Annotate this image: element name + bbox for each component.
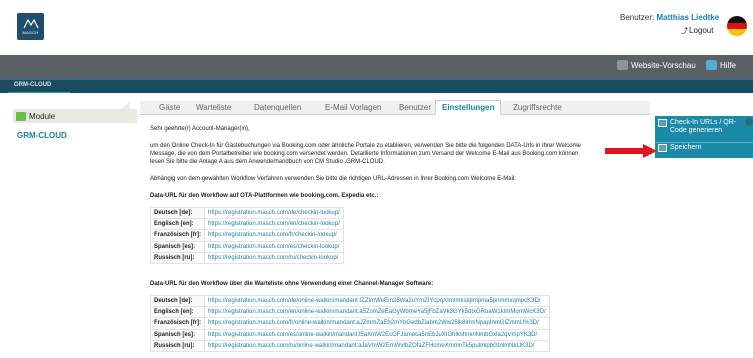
tab-datenquellen[interactable]: Datenquellen xyxy=(254,103,301,112)
tab-email-vorlagen[interactable]: E-Mail Vorlagen xyxy=(325,103,381,112)
greeting-text: Sehr geehrte(r) Account-Manager(in), xyxy=(150,126,250,132)
intro-line-3: lesen Sie bitte die Anlage A aus dem Anw… xyxy=(150,159,385,165)
action-panel: Check-In URLs / QR-Code generieren Speic… xyxy=(655,116,753,158)
workflow-note: Abhängig von dem gewählten Workflow Verf… xyxy=(150,176,516,182)
lang-label: Deutsch [de]: xyxy=(149,206,206,220)
qr-code-icon xyxy=(658,119,667,127)
url-link[interactable]: https://registration.masch.com/es/online… xyxy=(204,328,550,341)
website-preview-label: Website-Vorschau xyxy=(631,60,696,70)
lang-label: Französisch [fr]: xyxy=(149,229,206,242)
save-label: Speichern xyxy=(670,144,702,151)
tab-gaeste[interactable]: Gäste xyxy=(159,103,180,112)
app-header: MASCH Benutzer: Matthias Liedtke ⤴Logout xyxy=(0,0,753,55)
table-row: Deutsch [de]: https://registration.masch.… xyxy=(149,206,344,220)
german-flag-icon[interactable] xyxy=(727,16,747,36)
settings-content: Sehr geehrte(r) Account-Manager(in), um … xyxy=(140,116,650,358)
tab-einstellungen[interactable]: Einstellungen xyxy=(435,100,502,115)
generate-checkin-urls-label: Check-In URLs / QR-Code generieren xyxy=(670,119,737,134)
logout-link[interactable]: ⤴Logout xyxy=(681,26,713,36)
section2-title: Data-URL für den Workflow über die Warte… xyxy=(150,281,434,287)
url-link[interactable]: https://registration.masch.com/de/checki… xyxy=(204,206,344,220)
table-row: Französisch [fr]: https://registration.ma… xyxy=(149,317,550,330)
intro-line-1: um den Online Check-In für Gästebuchunge… xyxy=(150,143,581,149)
sidebar-header: Module xyxy=(13,109,137,123)
table-row: Russisch [ru]: https://registration.masch… xyxy=(149,339,550,353)
url-link[interactable]: https://registration.masch.com/en/online… xyxy=(204,306,550,319)
help-label: Hilfe xyxy=(720,60,737,70)
lang-label: Spanisch [es]: xyxy=(149,240,206,253)
lang-label: Englisch [en]: xyxy=(149,218,206,231)
url-link[interactable]: https://registration.masch.com/fr/online… xyxy=(204,317,550,330)
help-button[interactable]: Hilfe xyxy=(706,60,736,70)
table-row: Deutsch [de]: https://registration.masch.… xyxy=(149,294,550,308)
table-row: Spanisch [es]: https://registration.masch… xyxy=(149,328,550,341)
red-arrow-icon xyxy=(605,144,657,158)
lang-label: Deutsch [de]: xyxy=(149,294,206,308)
lang-label: Spanisch [es]: xyxy=(149,328,206,341)
logo-text: MASCH xyxy=(22,30,39,35)
user-label: Benutzer: xyxy=(620,13,655,22)
breadcrumb-bar: GRM-CLOUD xyxy=(0,79,753,94)
url-link[interactable]: https://registration.masch.com/es/checki… xyxy=(204,240,344,253)
sidebar-item-grm-cloud[interactable]: GRM-CLOUD xyxy=(17,131,67,140)
lang-label: Französisch [fr]: xyxy=(149,317,206,330)
url-link[interactable]: https://registration.masch.com/fr/checki… xyxy=(204,229,344,242)
table-row: Englisch [en]: https://registration.masch… xyxy=(149,306,550,319)
url-link[interactable]: https://registration.masch.com/de/online… xyxy=(204,294,550,308)
table-row: Französisch [fr]: https://registration.ma… xyxy=(149,229,344,242)
table-row: Englisch [en]: https://registration.masch… xyxy=(149,218,344,231)
panel-toggle-icon[interactable] xyxy=(745,118,753,126)
help-icon xyxy=(706,60,717,70)
module-icon xyxy=(16,111,26,121)
lang-label: Englisch [en]: xyxy=(149,306,206,319)
panel-divider xyxy=(655,142,753,143)
user-info: Benutzer: Matthias Liedtke xyxy=(620,13,719,22)
generate-checkin-urls-button[interactable]: Check-In URLs / QR-Code generieren xyxy=(658,119,750,135)
walkin-url-table: Deutsch [de]: https://registration.masch.… xyxy=(149,294,550,353)
save-button[interactable]: Speichern xyxy=(658,144,702,152)
table-row: Spanisch [es]: https://registration.masch… xyxy=(149,240,344,253)
masch-logo[interactable]: MASCH xyxy=(17,13,44,40)
sidebar-header-label: Module xyxy=(29,111,56,121)
preview-icon xyxy=(617,60,628,70)
ota-url-table: Deutsch [de]: https://registration.masch.… xyxy=(149,206,344,265)
section1-title: Data-URL für den Workflow auf OTA-Plattf… xyxy=(150,193,379,199)
top-toolbar: Website-Vorschau Hilfe xyxy=(0,55,753,79)
website-preview-button[interactable]: Website-Vorschau xyxy=(617,60,696,70)
url-link[interactable]: https://registration.masch.com/ru/checki… xyxy=(204,251,344,265)
tab-warteliste[interactable]: Warteliste xyxy=(196,103,231,112)
logout-icon: ⤴ xyxy=(681,28,688,35)
table-row: Russisch [ru]: https://registration.masch… xyxy=(149,251,344,265)
logout-label: Logout xyxy=(689,26,714,35)
tab-benutzer[interactable]: Benutzer xyxy=(399,103,431,112)
tab-zugriffsrechte[interactable]: Zugriffsrechte xyxy=(513,103,562,112)
user-name[interactable]: Matthias Liedtke xyxy=(656,13,719,22)
url-link[interactable]: https://registration.masch.com/ru/online… xyxy=(204,339,550,353)
save-disk-icon xyxy=(658,144,667,152)
logo-mountain-icon xyxy=(22,18,39,29)
intro-line-2: Message, die von dem Portalbetreiber wie… xyxy=(150,151,579,157)
lang-label: Russisch [ru]: xyxy=(149,339,206,353)
lang-label: Russisch [ru]: xyxy=(149,251,206,265)
left-sidebar: Module GRM-CLOUD xyxy=(0,93,140,358)
breadcrumb[interactable]: GRM-CLOUD xyxy=(14,82,51,88)
tab-bar: Gäste Warteliste Datenquellen E-Mail Vor… xyxy=(140,100,650,115)
url-link[interactable]: https://registration.masch.com/en/checki… xyxy=(204,218,344,231)
